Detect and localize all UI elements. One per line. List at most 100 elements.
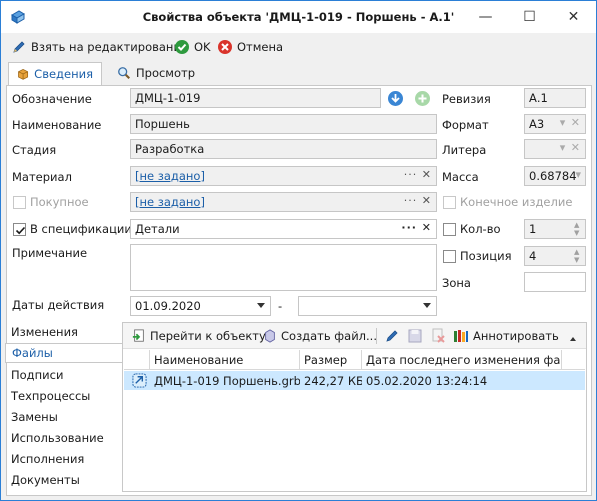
- designation-value: ДМЦ-1-019: [135, 91, 201, 105]
- material-field[interactable]: [не задано] ··· ✕: [130, 166, 437, 186]
- pencil-icon: [13, 41, 25, 53]
- zone-field[interactable]: [524, 272, 586, 292]
- side-nav-changes[interactable]: Изменения: [11, 325, 78, 339]
- format-value: А3: [529, 117, 545, 131]
- stage-value: Разработка: [135, 142, 205, 156]
- grid-header-name[interactable]: Наименование: [150, 350, 300, 370]
- mass-dropdown[interactable]: ▾: [575, 168, 582, 181]
- spin-up-icon[interactable]: ▲: [574, 221, 582, 229]
- format-actions[interactable]: ▾ ✕: [560, 116, 581, 129]
- purchased-field[interactable]: [не задано] ··· ✕: [130, 192, 437, 212]
- chevron-down-icon[interactable]: [423, 303, 431, 308]
- purchased-checkbox[interactable]: [13, 196, 26, 209]
- grid-header-size[interactable]: Размер: [300, 350, 362, 370]
- position-spinner[interactable]: 4 ▲ ▼: [524, 246, 586, 266]
- side-nav-variants[interactable]: Исполнения: [11, 452, 84, 466]
- save-icon[interactable]: [407, 328, 423, 344]
- cancel-button[interactable]: Отмена: [217, 39, 283, 55]
- litera-actions[interactable]: ▾ ✕: [560, 141, 581, 154]
- minimize-button[interactable]: —: [463, 1, 508, 33]
- position-value: 4: [529, 249, 537, 263]
- format-combo[interactable]: А3 ▾ ✕: [524, 114, 586, 134]
- side-nav-files[interactable]: Файлы: [5, 343, 123, 363]
- clear-x-icon[interactable]: ✕: [422, 168, 432, 181]
- tab-info-label: Сведения: [34, 67, 93, 81]
- toolbar-divider: [376, 328, 377, 344]
- ellipsis-icon[interactable]: ···: [404, 168, 418, 181]
- purchased-actions[interactable]: ··· ✕: [404, 194, 432, 207]
- qty-checkbox[interactable]: [443, 223, 456, 236]
- table-row[interactable]: ДМЦ-1-019 Поршень.grb 242,27 КБ 05.02.20…: [124, 371, 585, 390]
- annotate-button[interactable]: Аннотировать: [453, 329, 559, 343]
- in-spec-actions[interactable]: ··· ✕: [401, 221, 432, 234]
- ellipsis-icon[interactable]: ···: [401, 221, 417, 234]
- in-spec-checkbox[interactable]: [13, 223, 26, 236]
- material-actions[interactable]: ··· ✕: [404, 168, 432, 181]
- designation-down-button[interactable]: [386, 89, 405, 108]
- maximize-button[interactable]: ☐: [507, 1, 552, 33]
- chevron-down-icon[interactable]: [257, 303, 265, 308]
- close-icon: ✕: [567, 9, 580, 25]
- take-for-edit-label: Взять на редактирование: [31, 40, 188, 54]
- in-spec-label: В спецификации: [30, 222, 132, 236]
- tab-info[interactable]: Сведения: [8, 62, 102, 85]
- mass-combo[interactable]: 0.68784 ▾: [524, 166, 586, 186]
- note-textarea[interactable]: [130, 244, 437, 291]
- chevron-down-icon[interactable]: ▾: [560, 141, 567, 154]
- take-for-edit-button[interactable]: Взять на редактирование: [11, 39, 188, 55]
- name-label: Наименование: [12, 118, 102, 132]
- name-value: Поршень: [135, 117, 190, 131]
- in-spec-field[interactable]: Детали ··· ✕: [130, 219, 437, 239]
- overflow-arrow-icon[interactable]: [570, 337, 576, 341]
- tab-preview[interactable]: Просмотр: [109, 62, 209, 85]
- spin-down-icon[interactable]: ▼: [574, 256, 582, 264]
- files-panel: Перейти к объекту Создать файл... Анноти…: [122, 322, 587, 492]
- litera-combo[interactable]: ▾ ✕: [524, 139, 586, 159]
- pencil-icon[interactable]: [384, 328, 400, 344]
- ok-button[interactable]: OK: [174, 39, 211, 55]
- file-size-cell: 242,27 КБ: [304, 374, 362, 388]
- tab-strip: Сведения Просмотр: [1, 61, 596, 85]
- tab-preview-label: Просмотр: [136, 66, 196, 80]
- designation-add-button[interactable]: [413, 89, 432, 108]
- mass-label: Масса: [442, 170, 479, 184]
- material-link[interactable]: [не задано]: [135, 169, 205, 183]
- final-product-label: Конечное изделие: [460, 195, 573, 209]
- side-nav-signatures[interactable]: Подписи: [11, 368, 63, 382]
- purchased-link[interactable]: [не задано]: [135, 195, 205, 209]
- designation-field[interactable]: ДМЦ-1-019: [130, 88, 381, 108]
- date-from-value: 01.09.2020: [135, 299, 201, 313]
- name-field[interactable]: Поршень: [130, 114, 437, 134]
- side-nav-usage[interactable]: Использование: [11, 431, 104, 445]
- clear-x-icon[interactable]: ✕: [422, 221, 432, 234]
- position-checkbox[interactable]: [443, 250, 456, 263]
- side-nav-processes[interactable]: Техпроцессы: [11, 389, 90, 403]
- final-product-checkbox[interactable]: [443, 196, 456, 209]
- chevron-down-icon[interactable]: ▾: [575, 168, 582, 181]
- clear-x-icon[interactable]: ✕: [571, 141, 581, 154]
- goto-object-button[interactable]: Перейти к объекту: [132, 329, 266, 343]
- title-bar[interactable]: Свойства объекта 'ДМЦ-1-019 - Поршень - …: [1, 1, 596, 33]
- create-file-button[interactable]: Создать файл...: [263, 329, 377, 343]
- ellipsis-icon[interactable]: ···: [404, 194, 418, 207]
- spin-down-icon[interactable]: ▼: [574, 229, 582, 237]
- close-button[interactable]: ✕: [551, 1, 596, 33]
- dates-separator: -: [278, 299, 283, 313]
- delete-file-icon[interactable]: [430, 328, 446, 344]
- grid-header-modified[interactable]: Дата последнего изменения файла: [362, 350, 562, 370]
- revision-field[interactable]: А.1: [524, 88, 586, 108]
- date-from-picker[interactable]: 01.09.2020: [130, 296, 271, 316]
- clear-x-icon[interactable]: ✕: [422, 194, 432, 207]
- cancel-circle-icon: [218, 40, 232, 54]
- side-nav-replacements[interactable]: Замены: [11, 410, 58, 424]
- clear-x-icon[interactable]: ✕: [571, 116, 581, 129]
- side-nav-documents[interactable]: Документы: [11, 473, 80, 487]
- spin-up-icon[interactable]: ▲: [574, 248, 582, 256]
- cancel-label: Отмена: [237, 40, 284, 54]
- ok-label: OK: [194, 40, 211, 54]
- date-to-picker[interactable]: [298, 296, 437, 316]
- stage-field[interactable]: Разработка: [130, 139, 437, 159]
- files-grid-header: Наименование Размер Дата последнего изме…: [124, 350, 585, 370]
- chevron-down-icon[interactable]: ▾: [560, 116, 567, 129]
- qty-spinner[interactable]: 1 ▲ ▼: [524, 219, 586, 239]
